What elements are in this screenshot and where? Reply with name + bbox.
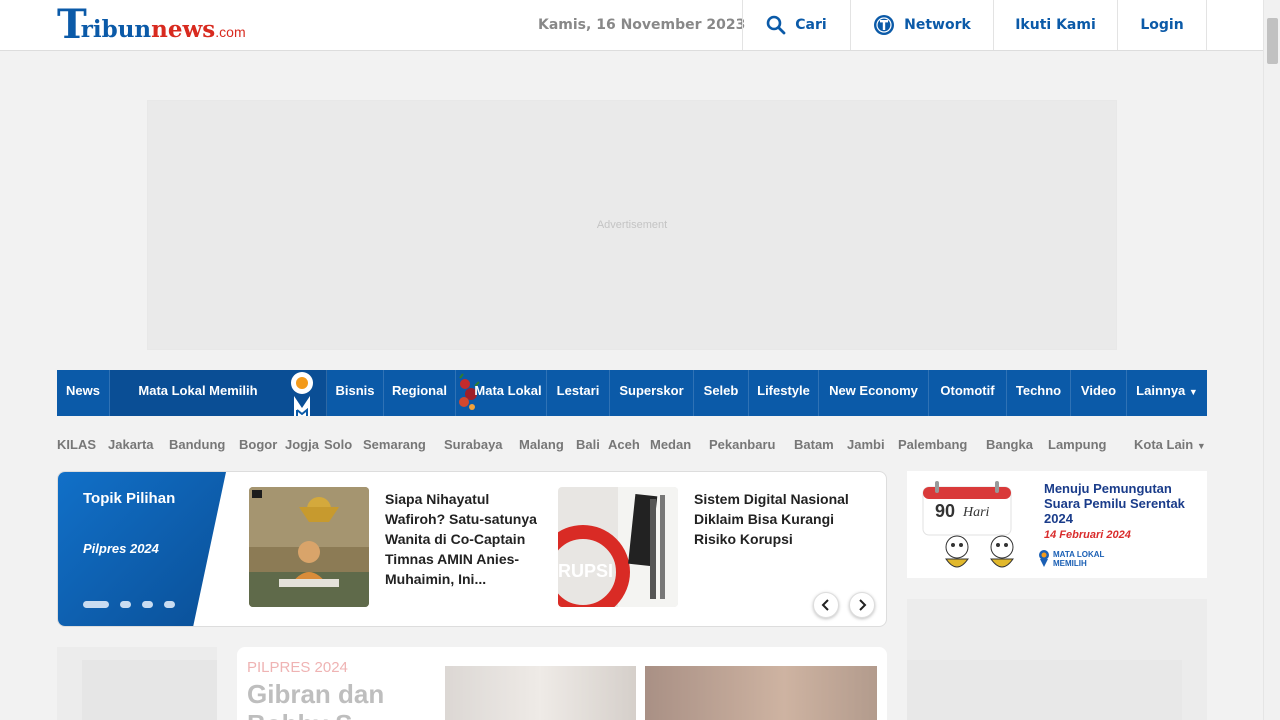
headline-article[interactable]: PILPRES 2024 Gibran dan Bobby S... — [237, 647, 887, 720]
headline-photo-left — [445, 666, 636, 720]
city-link-kota-lain[interactable]: Kota Lain ▼ — [1134, 434, 1206, 457]
page-scrollbar[interactable] — [1263, 0, 1280, 720]
mata-lokal-memilih-pin-icon — [1039, 550, 1049, 567]
story-title: Sistem Digital Nasional Diklaim Bisa Kur… — [694, 491, 849, 547]
kilas-city-bar: KILAS Jakarta Bandung Bogor Jogja Solo S… — [57, 434, 1207, 456]
city-link-bandung[interactable]: Bandung — [169, 434, 225, 456]
carousel-dot-active[interactable] — [83, 601, 109, 608]
network-icon — [873, 14, 895, 36]
city-link-lampung[interactable]: Lampung — [1048, 434, 1107, 456]
banner-brand-line2: MEMILIH — [1053, 559, 1087, 568]
nav-item-news[interactable]: News — [57, 370, 110, 416]
caret-down-icon: ▼ — [1188, 387, 1198, 397]
network-button[interactable]: Network — [850, 0, 993, 50]
topik-pilihan-title: Topik Pilihan — [83, 490, 176, 507]
city-link-jambi[interactable]: Jambi — [847, 434, 885, 456]
story-thumbnail: RUPSI — [558, 487, 678, 607]
logo-ribun: ribun — [80, 15, 152, 43]
site-header: T ribun news .com Kamis, 16 November 202… — [0, 0, 1263, 51]
main-nav: News Mata Lokal Memilih Bisnis Regional … — [57, 370, 1207, 416]
left-ad-placeholder — [82, 660, 217, 720]
scrollbar-thumb[interactable] — [1267, 18, 1278, 64]
nav-item-bisnis[interactable]: Bisnis — [327, 370, 384, 416]
thumbnail-korupsi-text: RUPSI — [558, 561, 613, 581]
city-link-bangka[interactable]: Bangka — [986, 434, 1033, 456]
city-link-aceh[interactable]: Aceh — [608, 434, 640, 456]
city-link-malang[interactable]: Malang — [519, 434, 564, 456]
advertisement-slot: Advertisement — [147, 100, 1117, 350]
nav-item-lainnya[interactable]: Lainnya ▼ — [1127, 370, 1207, 416]
nav-item-seleb[interactable]: Seleb — [694, 370, 749, 416]
banner-brand: MATA LOKAL MEMILIH — [1053, 550, 1104, 568]
caret-down-icon: ▼ — [1196, 441, 1206, 451]
topik-pilihan-carousel: Topik Pilihan Pilpres 2024 Siapa Nihayat… — [57, 471, 887, 627]
city-link-bali[interactable]: Bali — [576, 434, 600, 456]
headline-photo-right — [645, 666, 877, 720]
nav-item-video[interactable]: Video — [1071, 370, 1127, 416]
kilas-label: KILAS — [57, 437, 96, 452]
carousel-dot[interactable] — [142, 601, 153, 608]
banner-headline: Menuju Pemungutan Suara Pemilu Serentak … — [1044, 481, 1185, 526]
carousel-prev-button[interactable] — [813, 592, 839, 618]
carousel-controls — [813, 592, 875, 618]
banner-brand-line1: MATA LOKAL — [1053, 550, 1105, 559]
banner-date: 14 Februari 2024 — [1044, 529, 1131, 541]
pemilu-countdown-banner[interactable]: 90 Hari Menuju Pemungutan Suara Pemilu S… — [907, 471, 1207, 578]
carousel-dot[interactable] — [120, 601, 131, 608]
search-button[interactable]: Cari — [742, 0, 850, 50]
nav-item-superskor[interactable]: Superskor — [610, 370, 694, 416]
nav-item-otomotif[interactable]: Otomotif — [929, 370, 1007, 416]
carousel-next-button[interactable] — [849, 592, 875, 618]
search-icon — [766, 15, 786, 35]
nav-item-lestari[interactable]: Lestari — [547, 370, 610, 416]
advertisement-label: Advertisement — [596, 219, 668, 231]
city-link-palembang[interactable]: Palembang — [898, 434, 967, 456]
right-ad-placeholder — [907, 599, 1207, 720]
right-ad-inner — [907, 660, 1182, 720]
logo-com: .com — [215, 24, 246, 40]
headline-title: Gibran dan Bobby S... — [247, 679, 385, 720]
chevron-left-icon — [821, 599, 829, 611]
mata-lokal-memilih-logo-icon — [287, 370, 317, 416]
header-date: Kamis, 16 November 2023 — [538, 17, 746, 33]
city-link-jakarta[interactable]: Jakarta — [108, 434, 154, 456]
countdown-unit: Hari — [963, 505, 990, 520]
search-label: Cari — [795, 17, 827, 33]
story-title: Siapa Nihayatul Wafiroh? Satu-satunya Wa… — [385, 491, 537, 587]
city-link-jogja[interactable]: Jogja — [285, 434, 319, 456]
follow-us-button[interactable]: Ikuti Kami — [993, 0, 1117, 50]
mascot-illustration — [945, 535, 1014, 568]
site-logo[interactable]: T ribun news .com — [57, 4, 246, 46]
nav-item-lainnya-label: Lainnya — [1136, 383, 1186, 398]
city-link-batam[interactable]: Batam — [794, 434, 834, 456]
nav-item-mata-lokal[interactable]: Mata Lokal — [456, 370, 547, 416]
topik-pilihan-subtitle[interactable]: Pilpres 2024 — [83, 541, 159, 556]
headline-kicker: PILPRES 2024 — [247, 659, 348, 676]
chevron-right-icon — [859, 599, 867, 611]
city-link-solo[interactable]: Solo — [324, 434, 352, 456]
logo-news: news — [151, 15, 216, 43]
city-link-bogor[interactable]: Bogor — [239, 434, 277, 456]
kota-lain-label: Kota Lain — [1134, 437, 1194, 452]
nav-item-new-economy[interactable]: New Economy — [819, 370, 929, 416]
city-link-semarang[interactable]: Semarang — [363, 434, 426, 456]
network-label: Network — [904, 17, 971, 33]
countdown-days: 90 — [935, 501, 956, 521]
nav-item-lifestyle[interactable]: Lifestyle — [749, 370, 819, 416]
city-link-medan[interactable]: Medan — [650, 434, 691, 456]
left-sidebar-placeholder — [57, 647, 217, 720]
nav-item-regional[interactable]: Regional — [384, 370, 456, 416]
city-link-surabaya[interactable]: Surabaya — [444, 434, 503, 456]
carousel-dot[interactable] — [164, 601, 175, 608]
nav-item-techno[interactable]: Techno — [1007, 370, 1071, 416]
carousel-pagination — [83, 601, 175, 608]
story-thumbnail — [249, 487, 369, 607]
city-link-pekanbaru[interactable]: Pekanbaru — [709, 434, 775, 456]
login-button[interactable]: Login — [1117, 0, 1207, 50]
